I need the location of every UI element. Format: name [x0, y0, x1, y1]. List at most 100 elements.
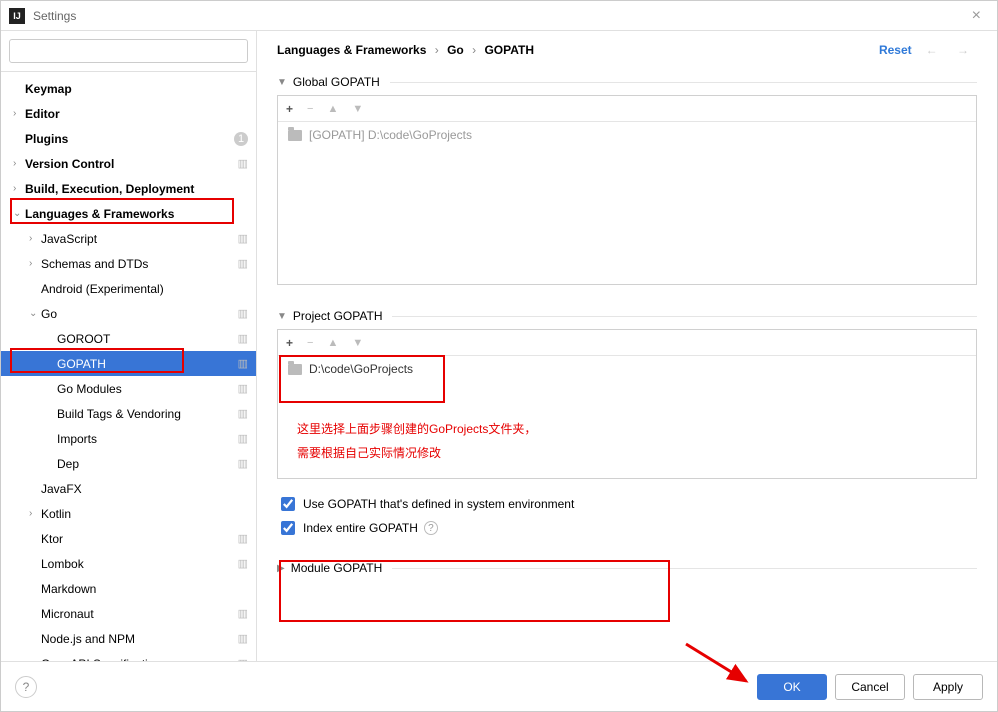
tree-label: Go: [41, 307, 57, 321]
sidebar-item-dep[interactable]: Dep▥: [1, 451, 256, 476]
path-text: [GOPATH] D:\code\GoProjects: [309, 128, 472, 142]
folder-icon: [288, 364, 302, 375]
tree-arrow-icon: ⌄: [29, 308, 41, 319]
chevron-right-icon: ▶: [277, 563, 285, 574]
tree-arrow-icon: ›: [13, 158, 25, 169]
close-icon[interactable]: ×: [964, 7, 989, 25]
remove-icon[interactable]: −: [307, 337, 313, 349]
section-title: Project GOPATH: [293, 309, 383, 323]
app-icon: IJ: [9, 8, 25, 24]
cancel-button[interactable]: Cancel: [835, 674, 905, 700]
list-content[interactable]: [GOPATH] D:\code\GoProjects: [278, 122, 976, 148]
scope-icon: ▥: [238, 607, 248, 620]
sidebar-item-goroot[interactable]: GOROOT ▥: [1, 326, 256, 351]
sidebar: Q˯ Keymap›EditorPlugins1›Version Control…: [1, 31, 257, 661]
checkbox-label: Use GOPATH that's defined in system envi…: [303, 497, 574, 511]
breadcrumb-part: GOPATH: [484, 43, 534, 57]
project-gopath-list: + − ▲ ▼ D:\code\GoProjects: [277, 329, 977, 479]
sidebar-item-android-experimental-[interactable]: Android (Experimental): [1, 276, 256, 301]
sidebar-item-schemas-and-dtds[interactable]: ›Schemas and DTDs▥: [1, 251, 256, 276]
sidebar-item-micronaut[interactable]: Micronaut▥: [1, 601, 256, 626]
divider: [392, 316, 977, 317]
sidebar-item-javascript[interactable]: ›JavaScript▥: [1, 226, 256, 251]
list-item[interactable]: D:\code\GoProjects: [288, 362, 966, 376]
ok-button[interactable]: OK: [757, 674, 827, 700]
tree-arrow-icon: ›: [29, 233, 41, 244]
down-icon[interactable]: ▼: [352, 103, 363, 115]
sidebar-item-languages-frameworks[interactable]: ⌄Languages & Frameworks: [1, 201, 256, 226]
sidebar-item-version-control[interactable]: ›Version Control▥: [1, 151, 256, 176]
tree-label: Node.js and NPM: [41, 632, 135, 646]
scope-icon: ▥: [238, 382, 248, 395]
sidebar-item-editor[interactable]: ›Editor: [1, 101, 256, 126]
sidebar-item-node-js-and-npm[interactable]: Node.js and NPM▥: [1, 626, 256, 651]
sidebar-item-lombok[interactable]: Lombok▥: [1, 551, 256, 576]
main-panel: Languages & Frameworks › Go › GOPATH Res…: [257, 31, 997, 661]
sidebar-item-kotlin[interactable]: ›Kotlin: [1, 501, 256, 526]
settings-window: IJ Settings × Q˯ Keymap›EditorPlugins1›V…: [0, 0, 998, 712]
sidebar-item-plugins[interactable]: Plugins1: [1, 126, 256, 151]
tree-arrow-icon: ›: [13, 108, 25, 119]
remove-icon[interactable]: −: [307, 103, 313, 115]
help-button[interactable]: ?: [15, 676, 37, 698]
section-header[interactable]: ▶ Module GOPATH: [277, 555, 977, 581]
tree-label: Build Tags & Vendoring: [57, 407, 181, 421]
breadcrumb: Languages & Frameworks › Go › GOPATH: [277, 43, 534, 57]
tree-label: Editor: [25, 107, 60, 121]
sidebar-item-javafx[interactable]: JavaFX: [1, 476, 256, 501]
section-header[interactable]: ▼ Project GOPATH: [277, 303, 977, 329]
scope-icon: ▥: [238, 532, 248, 545]
sidebar-item-openapi-specifications[interactable]: OpenAPI Specifications▥: [1, 651, 256, 661]
tree-label: Android (Experimental): [41, 282, 164, 296]
breadcrumb-part[interactable]: Go: [447, 43, 464, 57]
divider: [390, 82, 977, 83]
project-gopath-section: ▼ Project GOPATH + − ▲ ▼ D:\code\GoPro: [277, 303, 977, 479]
sidebar-item-gopath[interactable]: GOPATH▥: [1, 351, 256, 376]
main-header: Languages & Frameworks › Go › GOPATH Res…: [257, 31, 997, 69]
up-icon[interactable]: ▲: [327, 337, 338, 349]
add-icon[interactable]: +: [286, 102, 293, 116]
sidebar-item-build-tags-vendoring[interactable]: Build Tags & Vendoring ▥: [1, 401, 256, 426]
global-gopath-section: ▼ Global GOPATH + − ▲ ▼ [GOPATH] D:\co: [277, 69, 977, 285]
breadcrumb-part[interactable]: Languages & Frameworks: [277, 43, 426, 57]
list-toolbar: + − ▲ ▼: [278, 96, 976, 122]
up-icon[interactable]: ▲: [327, 103, 338, 115]
section-title: Global GOPATH: [293, 75, 380, 89]
tree-label: Languages & Frameworks: [25, 207, 174, 221]
sidebar-item-imports[interactable]: Imports▥: [1, 426, 256, 451]
tree-label: JavaFX: [41, 482, 82, 496]
breadcrumb-sep: ›: [435, 43, 439, 57]
down-icon[interactable]: ▼: [352, 337, 363, 349]
apply-button[interactable]: Apply: [913, 674, 983, 700]
chevron-down-icon: ▼: [277, 311, 287, 322]
scope-icon: ▥: [238, 457, 248, 470]
add-icon[interactable]: +: [286, 336, 293, 350]
sidebar-item-keymap[interactable]: Keymap: [1, 76, 256, 101]
index-entire-gopath-checkbox[interactable]: [281, 521, 295, 535]
list-toolbar: + − ▲ ▼: [278, 330, 976, 356]
list-item[interactable]: [GOPATH] D:\code\GoProjects: [288, 128, 966, 142]
scope-icon: ▥: [238, 407, 248, 420]
section-header[interactable]: ▼ Global GOPATH: [277, 69, 977, 95]
sidebar-item-go-modules[interactable]: Go Modules▥: [1, 376, 256, 401]
sidebar-item-ktor[interactable]: Ktor▥: [1, 526, 256, 551]
scope-icon: ▥: [238, 157, 248, 170]
sidebar-item-markdown[interactable]: Markdown: [1, 576, 256, 601]
badge: 1: [234, 132, 248, 146]
check-row: Use GOPATH that's defined in system envi…: [281, 497, 973, 511]
tree-label: Keymap: [25, 82, 72, 96]
tree-label: GOROOT: [57, 332, 110, 346]
tree-label: Schemas and DTDs: [41, 257, 148, 271]
titlebar: IJ Settings ×: [1, 1, 997, 31]
help-icon[interactable]: ?: [424, 521, 438, 535]
checkbox-group: Use GOPATH that's defined in system envi…: [281, 497, 973, 545]
sidebar-item-build-execution-deployment[interactable]: ›Build, Execution, Deployment: [1, 176, 256, 201]
scope-icon: ▥: [238, 332, 248, 345]
settings-tree[interactable]: Keymap›EditorPlugins1›Version Control▥›B…: [1, 72, 256, 661]
use-system-gopath-checkbox[interactable]: [281, 497, 295, 511]
search-input[interactable]: [9, 39, 248, 63]
reset-link[interactable]: Reset: [879, 43, 912, 57]
list-content[interactable]: D:\code\GoProjects: [278, 356, 976, 382]
scope-icon: ▥: [238, 257, 248, 270]
sidebar-item-go[interactable]: ⌄Go▥: [1, 301, 256, 326]
